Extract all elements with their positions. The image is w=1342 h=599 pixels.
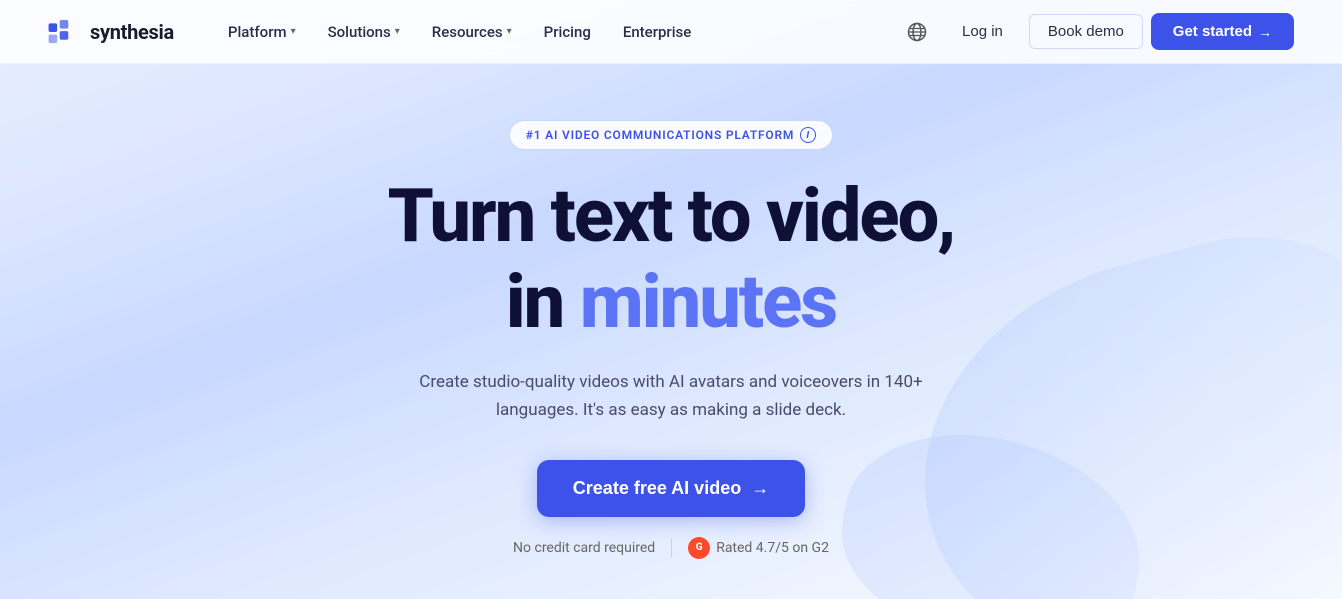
no-credit-card-text: No credit card required — [513, 540, 655, 556]
globe-icon — [907, 22, 927, 42]
logo-icon — [48, 20, 80, 44]
g2-badge: G Rated 4.7/5 on G2 — [688, 537, 829, 559]
g2-logo: G — [688, 537, 710, 559]
hero-section: #1 AI VIDEO COMMUNICATIONS PLATFORM i Tu… — [0, 64, 1342, 599]
navbar-left: synthesia Platform ▾ Solutions ▾ Resourc… — [48, 15, 705, 49]
language-selector[interactable] — [898, 13, 936, 51]
chevron-down-icon: ▾ — [291, 26, 296, 37]
book-demo-button[interactable]: Book demo — [1029, 14, 1143, 49]
login-button[interactable]: Log in — [944, 15, 1021, 48]
arrow-icon: → — [1258, 24, 1272, 40]
nav-item-enterprise[interactable]: Enterprise — [609, 15, 705, 49]
hero-headline-line1: Turn text to video, — [388, 178, 955, 256]
navbar: synthesia Platform ▾ Solutions ▾ Resourc… — [0, 0, 1342, 64]
nav-items: Platform ▾ Solutions ▾ Resources ▾ Prici… — [214, 15, 705, 49]
g2-rating-text: Rated 4.7/5 on G2 — [716, 540, 829, 556]
nav-item-resources[interactable]: Resources ▾ — [418, 15, 526, 49]
chevron-down-icon: ▾ — [507, 26, 512, 37]
hero-headline-line2: in minutes — [506, 264, 837, 342]
cta-button[interactable]: Create free AI video → — [537, 460, 805, 517]
divider — [671, 538, 672, 558]
hero-subtext: Create studio-quality videos with AI ava… — [391, 369, 951, 423]
nav-item-pricing[interactable]: Pricing — [530, 15, 605, 49]
logo-text: synthesia — [90, 20, 174, 44]
navbar-right: Log in Book demo Get started → — [898, 13, 1294, 51]
logo[interactable]: synthesia — [48, 20, 174, 44]
get-started-button[interactable]: Get started → — [1151, 13, 1294, 50]
arrow-icon: → — [751, 478, 769, 499]
hero-badge: #1 AI VIDEO COMMUNICATIONS PLATFORM i — [509, 120, 833, 150]
social-proof: No credit card required G Rated 4.7/5 on… — [513, 537, 829, 559]
nav-item-platform[interactable]: Platform ▾ — [214, 15, 310, 49]
nav-item-solutions[interactable]: Solutions ▾ — [314, 15, 414, 49]
info-icon[interactable]: i — [800, 127, 816, 143]
chevron-down-icon: ▾ — [395, 26, 400, 37]
page-wrapper: synthesia Platform ▾ Solutions ▾ Resourc… — [0, 0, 1342, 599]
